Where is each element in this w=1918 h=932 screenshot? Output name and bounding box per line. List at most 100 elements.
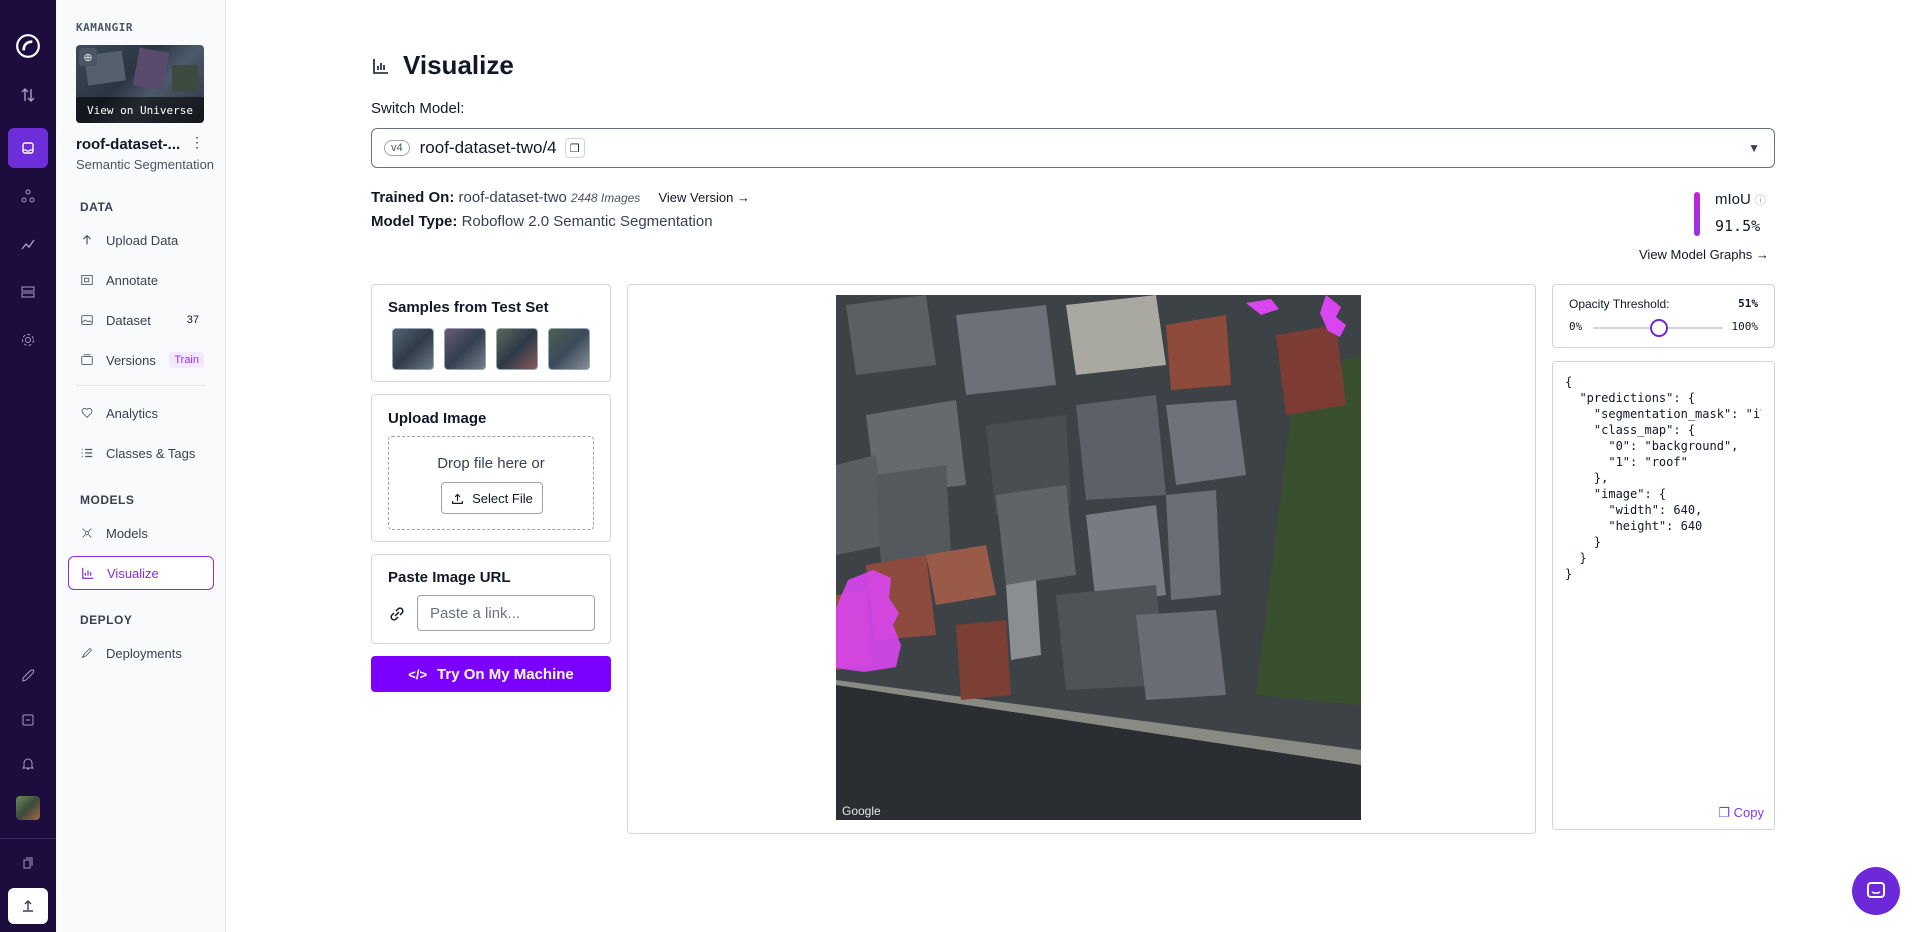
model-version-badge: v4 [384, 140, 410, 156]
images-count: 2448 Images [570, 191, 641, 205]
dataset-count-badge: 37 [186, 314, 199, 326]
opacity-value: 51% [1738, 297, 1758, 310]
sidebar-item-classes[interactable]: Classes & Tags [68, 436, 214, 470]
sidebar-item-analytics[interactable]: Analytics [68, 396, 214, 430]
sidebar-item-annotate[interactable]: Annotate [68, 263, 214, 297]
samples-card: Samples from Test Set [371, 284, 611, 382]
upload-card: Upload Image Drop file here or Select Fi… [371, 394, 611, 542]
prediction-image[interactable]: Google [836, 295, 1361, 820]
chat-icon [1867, 882, 1885, 898]
heart-icon [81, 408, 93, 418]
project-type: Semantic Segmentation [76, 157, 215, 172]
copy-icon[interactable]: ❐ [564, 138, 585, 158]
upload-icon [452, 493, 464, 504]
json-output[interactable]: { "predictions": { "segmentation_mask": … [1565, 374, 1761, 582]
view-version-link[interactable]: View Version → [658, 190, 750, 205]
project-menu-icon[interactable]: ⋮ [190, 134, 204, 151]
image-url-input[interactable] [417, 595, 595, 631]
sidebar-item-visualize[interactable]: Visualize [68, 556, 214, 590]
opacity-label: Opacity Threshold: [1569, 297, 1670, 311]
section-deploy: DEPLOY [80, 613, 133, 627]
sample-thumbnail[interactable] [392, 328, 434, 370]
opacity-card: Opacity Threshold: 51% 0% 100% [1552, 284, 1775, 348]
metric-value: 91.5% [1715, 217, 1761, 235]
projects-icon[interactable] [8, 128, 48, 168]
versions-icon [81, 354, 93, 365]
chart-icon [373, 58, 388, 74]
drop-zone[interactable]: Drop file here or Select File [388, 436, 594, 530]
chat-support-button[interactable] [1852, 867, 1900, 915]
trained-on-row: Trained On: roof-dataset-two 2448 Images … [371, 189, 750, 206]
sample-thumbnail[interactable] [496, 328, 538, 370]
sample-thumbnail[interactable] [548, 328, 590, 370]
sidebar-item-label: Models [106, 525, 148, 541]
google-watermark: Google [842, 804, 881, 818]
upload-title: Upload Image [388, 410, 487, 427]
rocket-icon [81, 648, 92, 659]
opacity-max: 100% [1731, 320, 1759, 333]
arrow-up-icon [83, 234, 91, 245]
switch-icon[interactable] [8, 75, 48, 115]
annotate-icon [81, 275, 93, 285]
model-name: roof-dataset-two/4 [419, 138, 557, 157]
link-icon [390, 607, 404, 621]
model-type-value: Roboflow 2.0 Semantic Segmentation [461, 213, 713, 230]
image-icon [81, 315, 93, 325]
view-on-universe-link[interactable]: View on Universe [76, 97, 204, 123]
models-icon [82, 528, 92, 538]
monitoring-icon[interactable] [8, 224, 48, 264]
section-models: MODELS [80, 493, 135, 507]
sidebar-item-label: Versions [106, 352, 156, 368]
sidebar-item-label: Analytics [106, 405, 159, 421]
sidebar-item-models[interactable]: Models [68, 516, 214, 550]
project-name: roof-dataset-... [76, 136, 181, 153]
code-icon: </> [408, 666, 428, 682]
sidebar-item-deployments[interactable]: Deployments [68, 636, 214, 670]
info-icon: ⓘ [1755, 195, 1767, 207]
roboflow-logo-icon[interactable] [8, 26, 48, 66]
rocket-icon[interactable] [8, 656, 48, 696]
icon-rail [0, 0, 56, 932]
settings-gear-icon[interactable] [8, 320, 48, 360]
paste-url-card: Paste Image URL [371, 554, 611, 644]
metric-label: mIoU ⓘ [1715, 191, 1767, 208]
sidebar-divider [76, 385, 206, 386]
chevron-down-icon: ▼ [1748, 141, 1760, 155]
sample-thumbnail[interactable] [444, 328, 486, 370]
drop-text: Drop file here or [437, 455, 545, 472]
section-data: DATA [80, 200, 114, 214]
deployments-rail-icon[interactable] [8, 272, 48, 312]
opacity-slider[interactable] [1593, 319, 1723, 337]
model-type-row: Model Type: Roboflow 2.0 Semantic Segmen… [371, 213, 713, 230]
sidebar-item-upload[interactable]: Upload Data [68, 223, 214, 257]
model-select[interactable]: v4 roof-dataset-two/4 ❐ ▼ [371, 128, 1775, 168]
project-thumbnail[interactable]: ⊕ View on Universe [76, 45, 204, 123]
docs-icon[interactable] [8, 700, 48, 740]
select-file-button[interactable]: Select File [441, 482, 543, 514]
sidebar-item-label: Dataset [106, 312, 151, 328]
opacity-slider-handle[interactable] [1650, 319, 1669, 337]
main-content: Visualize Switch Model: v4 roof-dataset-… [226, 0, 1918, 932]
trained-on-value: roof-dataset-two [458, 189, 567, 206]
samples-title: Samples from Test Set [388, 299, 549, 316]
sidebar-item-dataset[interactable]: Dataset 37 [68, 303, 214, 337]
workspace-name: KAMANGIR [76, 21, 133, 34]
help-icon[interactable] [8, 843, 48, 883]
try-on-my-machine-button[interactable]: </> Try On My Machine [371, 656, 611, 692]
train-badge[interactable]: Train [169, 352, 204, 368]
sidebar-item-label: Visualize [107, 565, 159, 581]
notifications-bell-icon[interactable] [8, 744, 48, 784]
view-model-graphs-link[interactable]: View Model Graphs → [1639, 247, 1769, 262]
sidebar-item-label: Upload Data [106, 232, 179, 248]
copy-json-button[interactable]: ❐ Copy [1718, 805, 1764, 821]
workflows-icon[interactable] [8, 176, 48, 216]
sidebar-item-label: Deployments [106, 645, 182, 661]
user-avatar[interactable] [8, 788, 48, 828]
chart-icon [82, 567, 94, 579]
list-icon [81, 448, 93, 458]
copy-icon: ❐ [1718, 805, 1731, 820]
upload-rail-icon[interactable] [8, 888, 48, 924]
aerial-image [836, 295, 1361, 820]
sidebar-item-versions[interactable]: Versions Train [68, 343, 214, 377]
miou-bar [1694, 192, 1700, 236]
